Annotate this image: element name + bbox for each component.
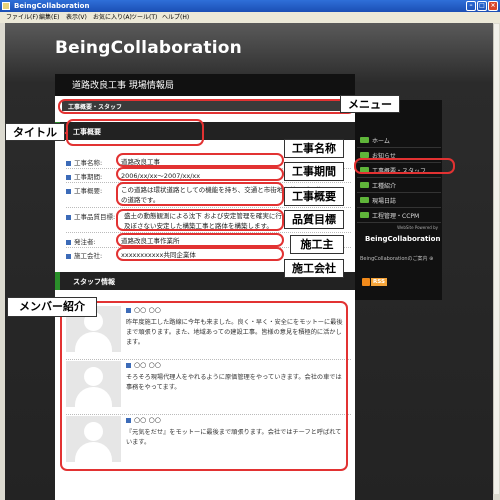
annotation-box-quality xyxy=(116,209,284,231)
app-icon xyxy=(2,2,10,10)
annotation-box-breadcrumb xyxy=(58,99,355,114)
minimize-icon[interactable]: – xyxy=(466,1,476,11)
page-title-text: 道路改良工事 現場情報局 xyxy=(72,81,174,91)
bullet-icon xyxy=(66,188,71,194)
annotation-label-period: 工事期間 xyxy=(284,162,344,181)
menu-favorites[interactable]: お気に入り(A) xyxy=(93,13,132,22)
window-titlebar: BeingCollaboration – □ × xyxy=(0,0,500,12)
field-label: 発注者: xyxy=(66,236,96,246)
menu-tools[interactable]: ツール(T) xyxy=(131,13,157,22)
folder-icon xyxy=(360,137,369,143)
window-title: BeingCollaboration xyxy=(14,2,90,10)
menu-help[interactable]: ヘルプ(H) xyxy=(162,13,189,22)
field-label-text: 工事品質目標: xyxy=(74,213,116,221)
annotation-box-project-name xyxy=(116,153,284,167)
menu-edit[interactable]: 編集(E) xyxy=(39,13,59,22)
field-label-text: 工事期間: xyxy=(74,173,103,181)
field-label-text: 工事名称: xyxy=(74,159,103,167)
annotation-box-nav-item xyxy=(354,158,455,174)
powered-by-name: BeingCollaboration xyxy=(365,235,441,243)
maximize-icon[interactable]: □ xyxy=(477,1,487,11)
bullet-icon xyxy=(66,239,71,245)
field-label: 施工会社: xyxy=(66,250,102,260)
sidebar-item-label: ホーム xyxy=(372,138,390,145)
rss-icon xyxy=(362,278,370,286)
annotation-box-contractor xyxy=(116,247,284,261)
annotation-label-quality: 品質目標 xyxy=(284,210,344,229)
folder-icon xyxy=(360,182,369,188)
bullet-icon xyxy=(66,214,71,220)
bullet-icon xyxy=(66,160,71,166)
field-label-text: 工事概要: xyxy=(74,187,103,195)
annotation-box-period xyxy=(116,167,284,181)
menu-view[interactable]: 表示(V) xyxy=(66,13,87,22)
field-label: 工事概要: xyxy=(66,185,102,195)
folder-icon xyxy=(360,197,369,203)
site-logo[interactable]: BeingCollaboration xyxy=(55,38,242,58)
field-label: 工事品質目標: xyxy=(66,211,115,221)
vertical-scrollbar[interactable] xyxy=(493,24,499,494)
annotation-label-menu: メニュー xyxy=(340,95,400,113)
annotation-label-contractor: 施工会社 xyxy=(284,259,344,278)
annotation-label-title: タイトル xyxy=(5,123,65,141)
close-icon[interactable]: × xyxy=(488,1,498,11)
page-title: 道路改良工事 現場情報局 xyxy=(55,74,355,96)
sidebar-item-site-diary[interactable]: 現場日誌 xyxy=(357,193,441,208)
sidebar-item-ccpm[interactable]: 工程管理・CCPM xyxy=(357,208,441,223)
section-title-staff: スタッフ情報 xyxy=(73,278,115,286)
field-label: 工事期間: xyxy=(66,171,102,181)
divider xyxy=(66,207,351,208)
field-label-text: 発注者: xyxy=(74,238,96,246)
rss-button[interactable]: RSS xyxy=(362,278,390,288)
powered-by-banner[interactable]: WebSite Powered by BeingCollaboration Be… xyxy=(360,225,441,262)
annotation-label-summary: 工事概要 xyxy=(284,187,344,206)
bullet-icon xyxy=(66,253,71,259)
menu-file[interactable]: ファイル(F) xyxy=(6,13,38,22)
annotation-label-members: メンバー紹介 xyxy=(7,297,97,317)
annotation-box-members xyxy=(60,301,348,471)
annotation-label-project-name: 工事名称 xyxy=(284,139,344,158)
sidebar-item-work-types[interactable]: 工種紹介 xyxy=(357,178,441,193)
annotation-label-client: 施工主 xyxy=(290,235,344,254)
sidebar-item-label: 工程管理・CCPM xyxy=(372,213,420,220)
sidebar-item-label: 工種紹介 xyxy=(372,183,397,190)
annotation-box-title xyxy=(66,119,204,146)
bullet-icon xyxy=(66,174,71,180)
annotation-box-client xyxy=(116,233,284,247)
field-label-text: 施工会社: xyxy=(74,252,103,260)
guide-link[interactable]: BeingCollaborationのご案内 ⊕ xyxy=(360,255,433,262)
field-label: 工事名称: xyxy=(66,157,102,167)
powered-by-caption: WebSite Powered by xyxy=(397,225,438,230)
annotation-box-summary xyxy=(116,182,284,206)
sidebar-item-label: 現場日誌 xyxy=(372,198,397,205)
folder-icon xyxy=(360,212,369,218)
sidebar-item-home[interactable]: ホーム xyxy=(357,133,441,148)
rss-label: RSS xyxy=(371,278,387,286)
